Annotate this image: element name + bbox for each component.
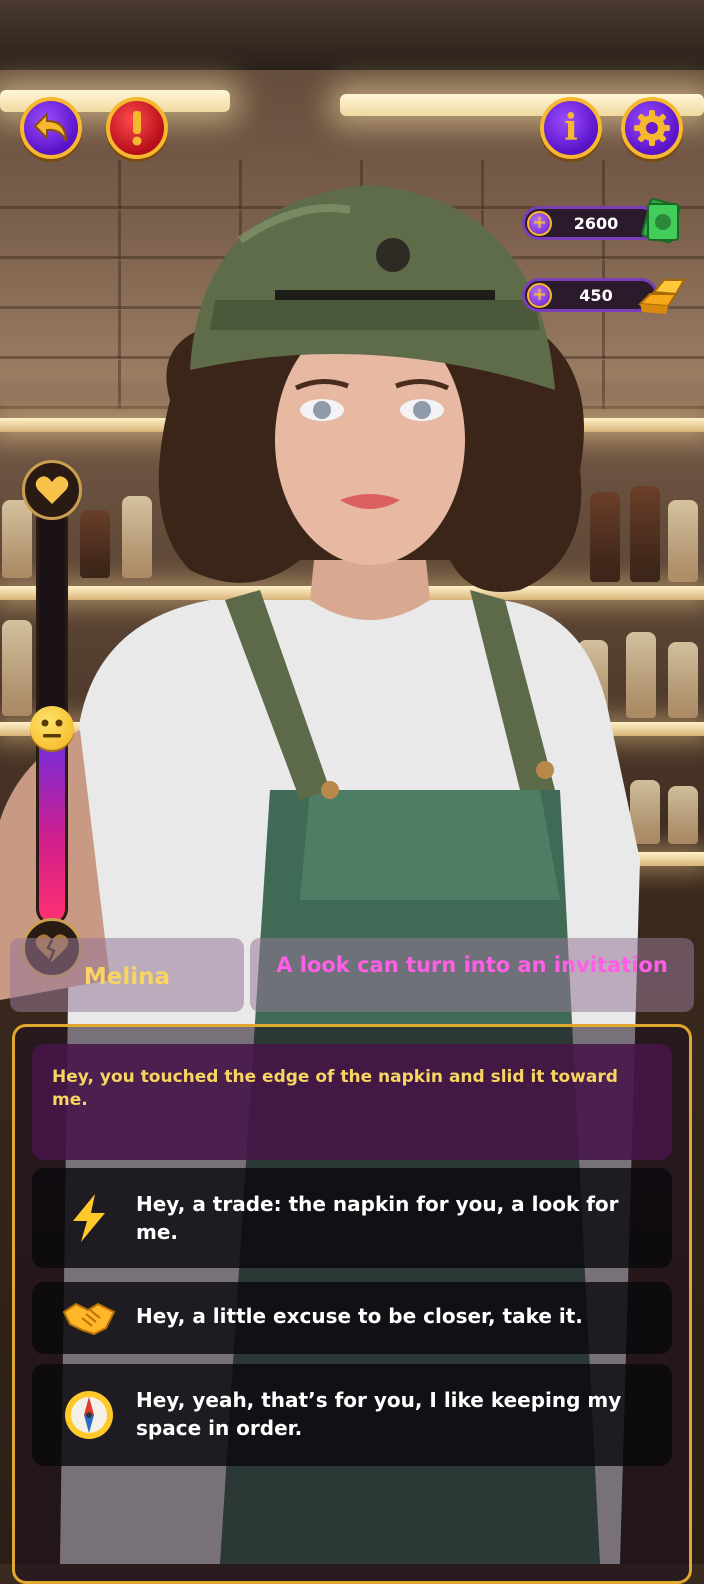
neutral-face-icon [41, 719, 63, 738]
settings-button[interactable] [621, 97, 683, 159]
add-gold-button[interactable]: + [527, 283, 552, 308]
cash-amount: 2600 [573, 214, 619, 233]
affection-indicator [30, 705, 74, 750]
exclamation-icon [132, 111, 142, 146]
cash-counter: + 2600 [522, 206, 658, 240]
cash-stack-icon [641, 198, 681, 244]
handshake-icon [62, 1302, 116, 1336]
back-button[interactable] [20, 97, 82, 159]
lightning-icon [73, 1194, 105, 1242]
choice-text: Hey, a trade: the napkin for you, a look… [136, 1192, 619, 1244]
gold-bars-icon [637, 279, 686, 314]
info-icon: i [564, 107, 578, 149]
character-name: Melina [83, 964, 171, 990]
report-button[interactable] [106, 97, 168, 159]
add-cash-button[interactable]: + [527, 211, 552, 236]
back-arrow-icon [33, 111, 67, 142]
choice-option-1[interactable]: Hey, a trade: the napkin for you, a look… [32, 1168, 672, 1268]
character-tagline: A look can turn into an invitation [276, 953, 668, 977]
choice-icon [60, 1386, 118, 1444]
compass-icon [65, 1391, 113, 1439]
heart-icon [35, 476, 69, 504]
choice-icon [60, 1289, 118, 1347]
choice-option-3[interactable]: Hey, yeah, that’s for you, I like keepin… [32, 1364, 672, 1466]
choice-icon [60, 1189, 118, 1247]
gold-amount: 450 [579, 286, 613, 305]
affection-top-cap [22, 460, 82, 520]
npc-line: Hey, you touched the edge of the napkin … [52, 1067, 618, 1110]
choice-option-2[interactable]: Hey, a little excuse to be closer, take … [32, 1282, 672, 1354]
gear-icon [634, 110, 670, 146]
info-button[interactable]: i [540, 97, 602, 159]
choice-text: Hey, yeah, that’s for you, I like keepin… [136, 1388, 622, 1440]
choice-text: Hey, a little excuse to be closer, take … [136, 1304, 583, 1328]
